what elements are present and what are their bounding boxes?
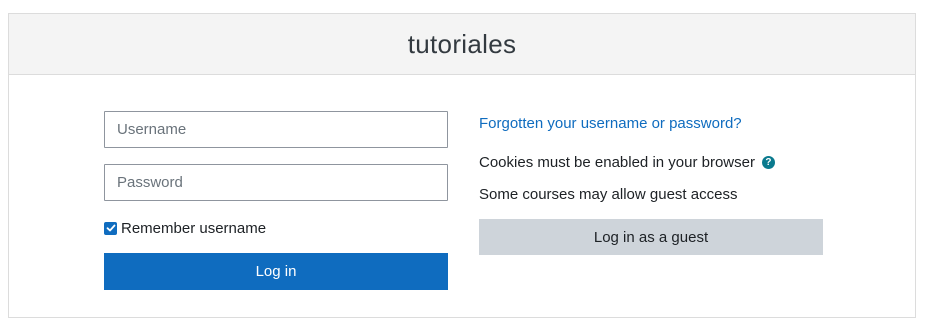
guest-access-text: Some courses may allow guest access: [479, 186, 738, 203]
username-input[interactable]: [104, 111, 448, 148]
question-circle-icon[interactable]: ?: [761, 155, 775, 169]
cookies-text: Cookies must be enabled in your browser: [479, 153, 755, 171]
guest-login-button[interactable]: Log in as a guest: [479, 219, 823, 255]
card-header: tutoriales: [9, 14, 915, 75]
site-title: tutoriales: [407, 28, 517, 59]
checkmark-icon: [106, 224, 115, 232]
login-card: tutoriales Remember username Log in Forg…: [8, 13, 916, 318]
cookies-notice: Cookies must be enabled in your browser …: [479, 152, 823, 172]
password-input[interactable]: [104, 164, 448, 201]
login-form: Remember username Log in: [104, 111, 448, 290]
forgot-password-link[interactable]: Forgotten your username or password?: [479, 114, 823, 134]
remember-username-label: Remember username: [121, 219, 267, 237]
remember-username-checkbox[interactable]: [104, 221, 117, 235]
login-help: Forgotten your username or password? Coo…: [479, 114, 823, 255]
login-button[interactable]: Log in: [104, 253, 448, 290]
remember-username-row[interactable]: Remember username: [104, 219, 448, 237]
